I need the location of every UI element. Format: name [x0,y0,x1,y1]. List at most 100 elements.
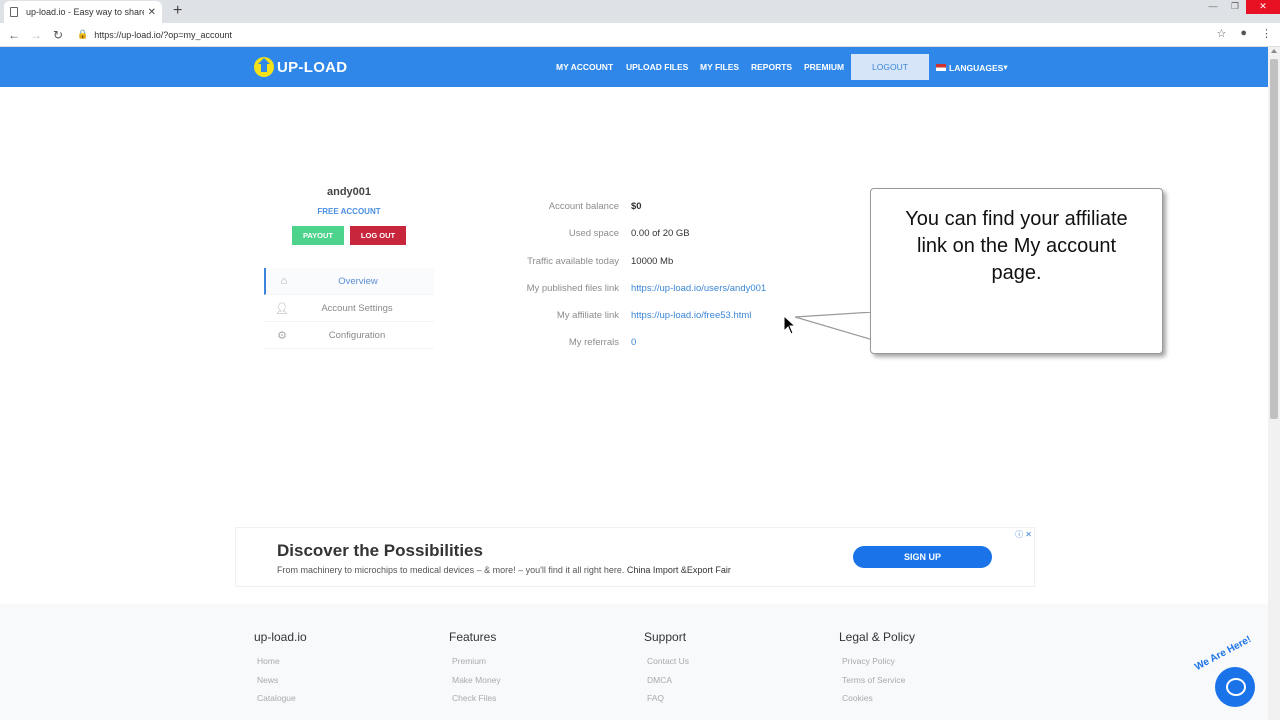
ad-title: Discover the Possibilities [277,541,483,560]
ad-sponsor: China Import &Export Fair [626,565,731,575]
footer: up-load.io Home News Catalogue Features … [0,604,1268,720]
sign-up-button[interactable]: SIGN UP [853,546,992,568]
sidebar-item-label: Configuration [328,329,386,341]
close-window-icon[interactable]: ✕ [1246,0,1280,14]
forward-icon[interactable]: → [25,28,47,42]
header-logout-button[interactable]: LOGOUT [851,54,929,80]
star-icon[interactable]: ☆ [1216,27,1226,40]
payout-button[interactable]: PAYOUT [292,226,344,245]
username: andy001 [326,186,372,198]
caret-down-icon: ▾ [1003,62,1008,72]
upload-arrow-icon [254,57,274,77]
footer-heading: Legal & Policy [839,630,916,644]
footer-link-terms[interactable]: Terms of Service [842,671,915,690]
mouse-cursor-icon [783,315,797,335]
home-icon: ⌂ [280,275,288,287]
site-header: UP-LOAD MY ACCOUNT UPLOAD FILES MY FILES… [0,47,1268,87]
url-field[interactable]: https://up-load.io/?op=my_account [94,30,232,40]
callout-pointer [795,312,874,341]
sidebar-item-overview[interactable]: ⌂ Overview [264,268,434,295]
nav-upload-files[interactable]: UPLOAD FILES [626,62,688,72]
sidebar-item-account-settings[interactable]: 👤︎ Account Settings [264,295,434,322]
nav-my-files[interactable]: MY FILES [700,62,739,72]
footer-link-privacy[interactable]: Privacy Policy [842,652,915,671]
info-row-referrals: My referrals 0 [470,336,830,363]
nav-my-account[interactable]: MY ACCOUNT [556,62,613,72]
flag-icon [936,64,946,71]
footer-heading: Features [449,630,497,644]
footer-link-make-money[interactable]: Make Money [452,671,501,690]
footer-col-support: Support Contact Us DMCA FAQ [644,630,689,708]
logo[interactable]: UP-LOAD [254,57,347,77]
referrals-link[interactable]: 0 [631,337,636,348]
back-icon[interactable]: ← [3,28,25,42]
info-label: Account balance [548,201,619,212]
info-label: My affiliate link [556,310,619,322]
maximize-icon[interactable]: ❐ [1224,0,1246,14]
window-controls: — ❐ ✕ [1202,0,1280,14]
info-label: My published files link [526,282,619,294]
scrollbar[interactable] [1268,47,1280,720]
menu-icon[interactable]: ⋮ [1261,27,1272,40]
affiliate-link[interactable]: https://up-load.io/free53.html [631,310,751,321]
minimize-icon[interactable]: — [1202,0,1224,14]
ad-description: From machinery to microchips to medical … [277,565,625,575]
nav-reports[interactable]: REPORTS [751,62,792,72]
footer-link-premium[interactable]: Premium [452,652,501,671]
footer-link-catalogue[interactable]: Catalogue [257,689,307,708]
footer-link-contact[interactable]: Contact Us [647,652,689,671]
info-row-traffic: Traffic available today 10000 Mb [470,255,830,282]
user-icon: 👤︎ [275,302,289,315]
footer-heading: Support [644,630,687,644]
footer-link-faq[interactable]: FAQ [647,689,689,708]
scrollbar-thumb[interactable] [1270,59,1278,419]
profile-card: andy001 FREE ACCOUNT PAYOUT LOG OUT [264,186,434,245]
chat-bubble-icon[interactable] [1215,667,1255,707]
footer-col-features: Features Premium Make Money Check Files [449,630,501,708]
languages-label: LANGUAGES [949,62,1004,73]
reload-icon[interactable]: ↻ [47,28,69,42]
tab-title: up-load.io - Easy way to share yo [26,7,144,17]
profile-icon[interactable]: ● [1240,27,1247,40]
close-tab-icon[interactable]: ✕ [148,7,156,18]
sidebar-item-label: Account Settings [321,302,393,314]
annotation-callout: You can find your affiliate link on the … [870,188,1163,354]
page-icon [10,7,18,17]
logout-button[interactable]: LOG OUT [350,226,406,245]
footer-link-cookies[interactable]: Cookies [842,689,915,708]
footer-heading: up-load.io [254,630,307,644]
info-row-used-space: Used space 0.00 of 20 GB [470,227,830,254]
published-files-link[interactable]: https://up-load.io/users/andy001 [631,283,766,294]
footer-col-legal: Legal & Policy Privacy Policy Terms of S… [839,630,915,708]
info-row-balance: Account balance $0 [470,200,830,227]
languages-dropdown[interactable]: LANGUAGES ▾ [936,62,1008,73]
account-side-menu: ⌂ Overview 👤︎ Account Settings ⚙ Configu… [264,268,434,349]
info-label: Used space [568,228,619,240]
info-row-affiliate-link: My affiliate link https://up-load.io/fre… [470,309,830,336]
new-tab-icon[interactable]: + [173,2,182,20]
ad-banner[interactable]: Discover the Possibilities From machiner… [235,527,1035,587]
browser-tab[interactable]: up-load.io - Easy way to share yo ✕ [4,1,162,23]
info-value: 0.00 of 20 GB [631,228,690,240]
nav-premium[interactable]: PREMIUM [804,62,844,72]
info-value: $0 [631,201,642,212]
sidebar-item-label: Overview [338,275,378,287]
lock-icon[interactable]: 🔒 [77,29,88,40]
account-type: FREE ACCOUNT [317,207,381,216]
info-label: My referrals [568,337,619,349]
footer-col-site: up-load.io Home News Catalogue [254,630,307,708]
sidebar-item-configuration[interactable]: ⚙ Configuration [264,322,434,349]
footer-link-home[interactable]: Home [257,652,307,671]
scroll-up-icon[interactable] [1271,49,1277,53]
info-value: 10000 Mb [631,255,674,267]
info-label: Traffic available today [527,255,619,267]
ad-close-icon[interactable]: ⓘ ✕ [1015,529,1032,540]
info-row-published-link: My published files link https://up-load.… [470,282,830,309]
footer-link-dmca[interactable]: DMCA [647,671,689,690]
account-info: Account balance $0 Used space 0.00 of 20… [470,200,830,364]
gear-icon: ⚙ [277,329,287,342]
logo-text: UP-LOAD [277,58,348,76]
ad-text: From machinery to microchips to medical … [277,565,731,575]
footer-link-check-files[interactable]: Check Files [452,689,501,708]
footer-link-news[interactable]: News [257,671,307,690]
